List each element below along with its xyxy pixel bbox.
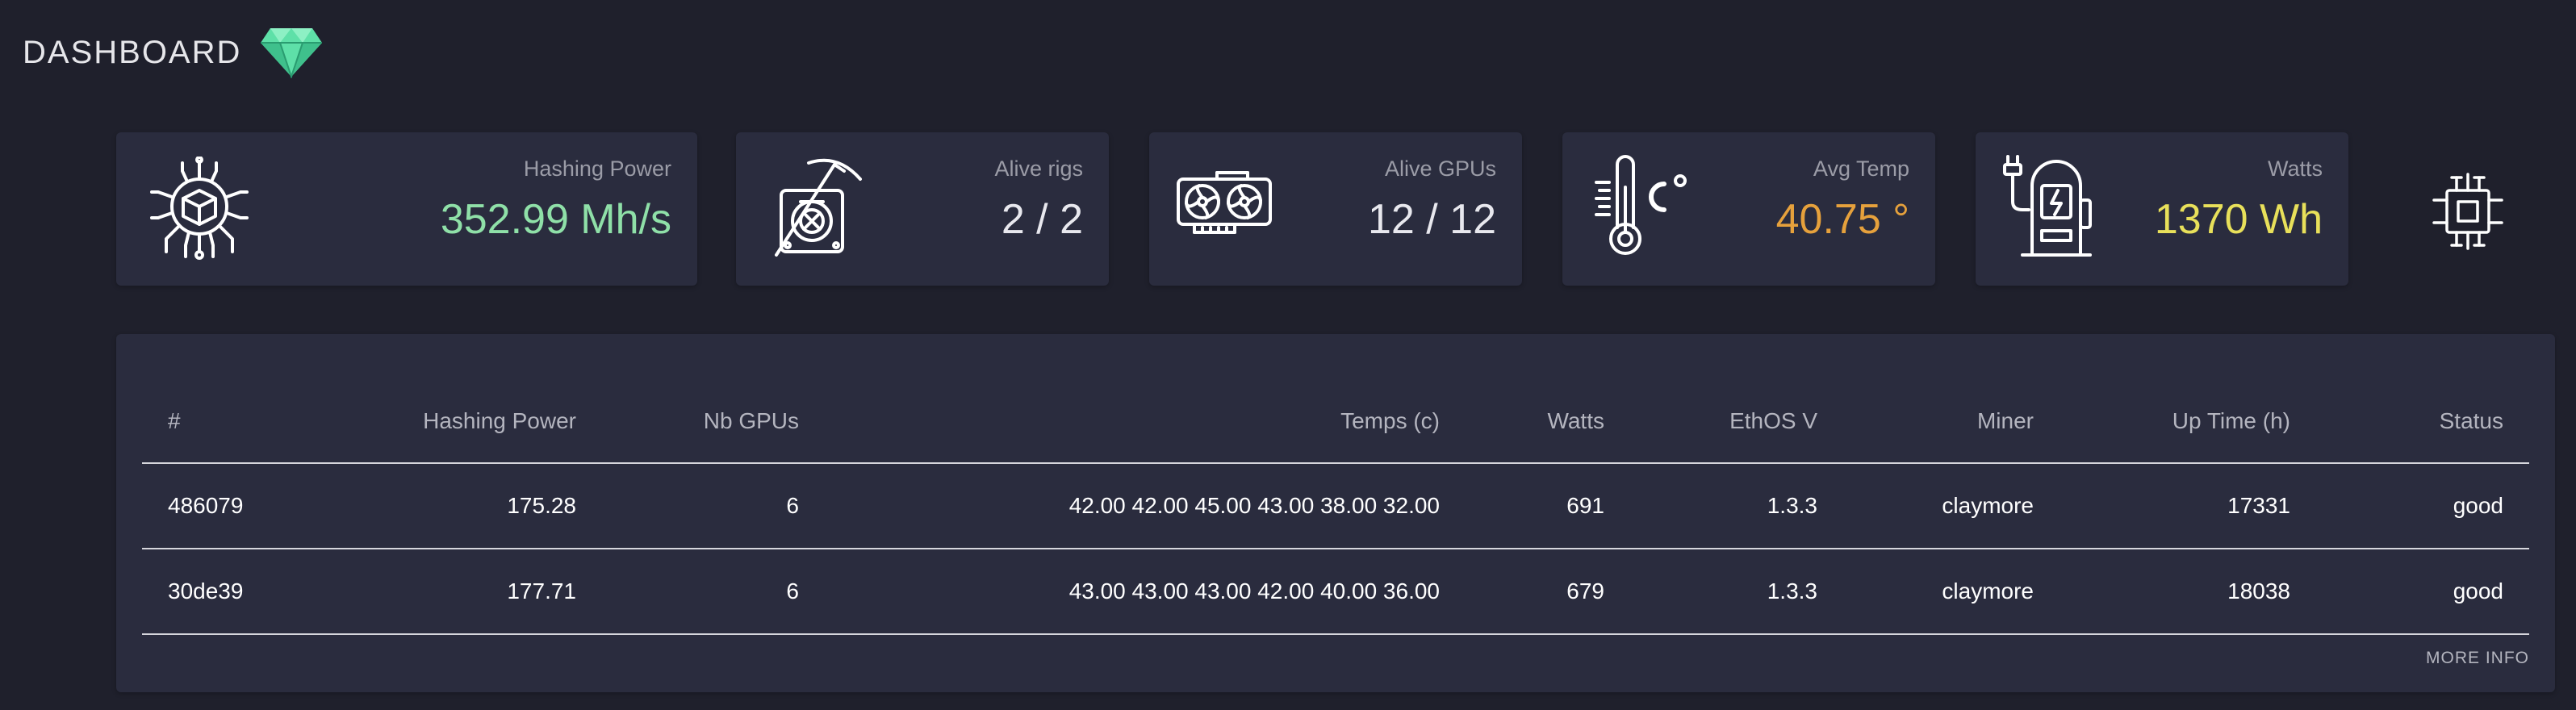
column-header-id[interactable]: #: [142, 379, 287, 464]
cell-ethos-version: 1.3.3: [1630, 463, 1843, 549]
cell-rig-id: 486079: [142, 463, 287, 549]
card-value: 2 / 2: [1001, 196, 1083, 243]
cpu-cube-icon: [147, 156, 252, 265]
card-label: Alive GPUs: [1384, 157, 1496, 181]
cell-nb-gpus: 6: [602, 549, 825, 635]
cell-watts: 679: [1466, 549, 1630, 635]
more-info-link[interactable]: MORE INFO: [2426, 649, 2529, 668]
table-row[interactable]: 30de39 177.71 6 43.00 43.00 43.00 42.00 …: [142, 549, 2529, 635]
header: DASHBOARD: [23, 24, 324, 81]
card-alive-rigs: Alive rigs 2 / 2: [736, 132, 1109, 286]
cell-temps: 43.00 43.00 43.00 42.00 40.00 36.00: [825, 549, 1466, 635]
column-header-temps[interactable]: Temps (c): [825, 379, 1466, 464]
card-value: 12 / 12: [1367, 196, 1496, 243]
cell-miner: claymore: [1843, 549, 2060, 635]
card-value: 40.75 °: [1775, 196, 1909, 243]
page-title: DASHBOARD: [23, 34, 242, 70]
cell-ethos-version: 1.3.3: [1630, 549, 1843, 635]
column-header-miner[interactable]: Miner: [1843, 379, 2060, 464]
column-header-hashing-power[interactable]: Hashing Power: [287, 379, 602, 464]
card-value: 1370 Wh: [2154, 196, 2323, 243]
cell-miner: claymore: [1843, 463, 2060, 549]
card-value: 352.99 Mh/s: [440, 196, 671, 243]
diamond-icon: [259, 27, 324, 78]
cell-rig-id: 30de39: [142, 549, 287, 635]
rigs-table: # Hashing Power Nb GPUs Temps (c) Watts …: [142, 379, 2529, 635]
column-header-status[interactable]: Status: [2316, 379, 2529, 464]
cell-nb-gpus: 6: [602, 463, 825, 549]
cell-status: good: [2316, 463, 2529, 549]
power-station-icon: [2000, 153, 2105, 267]
cell-watts: 691: [1466, 463, 1630, 549]
card-label: Watts: [2267, 157, 2323, 181]
stat-cards: Hashing Power 352.99 Mh/s Alive rigs 2 /…: [116, 132, 2576, 286]
cell-hashing-power: 175.28: [287, 463, 602, 549]
cell-status: good: [2316, 549, 2529, 635]
card-label: Avg Temp: [1813, 157, 1909, 181]
microchip-icon[interactable]: [2428, 171, 2508, 256]
rigs-panel: # Hashing Power Nb GPUs Temps (c) Watts …: [116, 334, 2555, 692]
column-header-watts[interactable]: Watts: [1466, 379, 1630, 464]
cell-temps: 42.00 42.00 45.00 43.00 38.00 32.00: [825, 463, 1466, 549]
thermometer-celsius-icon: [1590, 155, 1690, 264]
card-watts: Watts 1370 Wh: [1976, 132, 2348, 286]
card-label: Hashing Power: [523, 157, 671, 181]
table-header-row: # Hashing Power Nb GPUs Temps (c) Watts …: [142, 379, 2529, 464]
card-hashing-power: Hashing Power 352.99 Mh/s: [116, 132, 697, 286]
column-header-ethos-version[interactable]: EthOS V: [1630, 379, 1843, 464]
graphics-card-icon: [1175, 169, 1275, 241]
card-avg-temp: Avg Temp 40.75 °: [1562, 132, 1935, 286]
cell-uptime: 17331: [2060, 463, 2316, 549]
table-row[interactable]: 486079 175.28 6 42.00 42.00 45.00 43.00 …: [142, 463, 2529, 549]
mining-rig-pickaxe-icon: [767, 155, 872, 264]
cell-uptime: 18038: [2060, 549, 2316, 635]
cell-hashing-power: 177.71: [287, 549, 602, 635]
column-header-uptime[interactable]: Up Time (h): [2060, 379, 2316, 464]
column-header-nb-gpus[interactable]: Nb GPUs: [602, 379, 825, 464]
card-label: Alive rigs: [994, 157, 1083, 181]
card-alive-gpus: Alive GPUs 12 / 12: [1149, 132, 1522, 286]
